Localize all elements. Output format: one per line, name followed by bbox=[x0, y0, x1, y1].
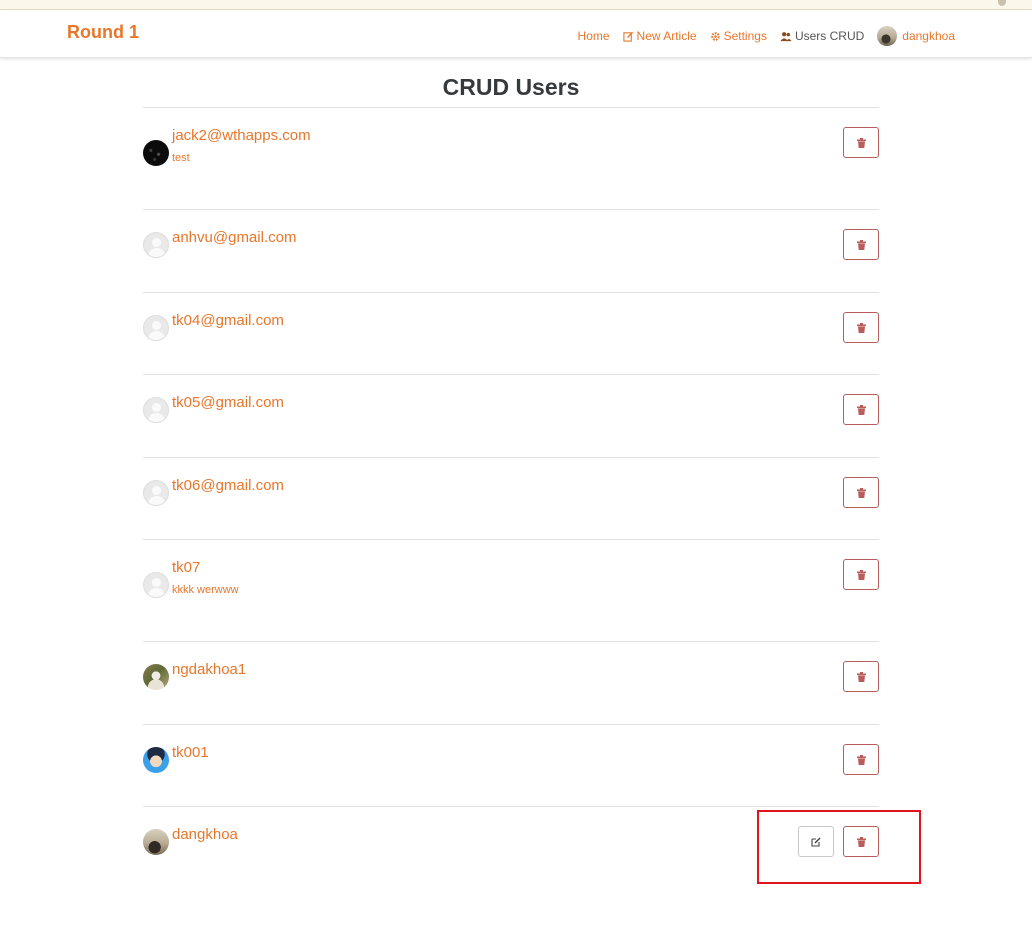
user-row: tk04@gmail.com bbox=[143, 292, 879, 374]
user-row: jack2@wthapps.com test bbox=[143, 107, 879, 209]
trash-icon bbox=[856, 404, 866, 415]
user-name-link[interactable]: tk05@gmail.com bbox=[172, 394, 284, 411]
users-icon bbox=[780, 31, 792, 41]
profile-avatar bbox=[877, 26, 898, 46]
user-name-link[interactable]: ngdakhoa1 bbox=[172, 661, 246, 678]
user-name-link[interactable]: tk07 bbox=[172, 559, 200, 576]
delete-button[interactable] bbox=[843, 229, 879, 260]
nav-settings-label: Settings bbox=[723, 29, 767, 43]
user-avatar[interactable] bbox=[143, 747, 169, 773]
user-avatar[interactable] bbox=[143, 140, 169, 166]
nav-home-label: Home bbox=[577, 29, 610, 43]
nav-new-article[interactable]: New Article bbox=[622, 29, 697, 43]
user-name-link[interactable]: dangkhoa bbox=[172, 826, 238, 843]
trash-icon bbox=[856, 137, 866, 148]
nav-links: Home New Article Settings Users CRUD dan… bbox=[565, 26, 955, 46]
top-navbar: Round 1 Home New Article Settings Users … bbox=[0, 10, 1032, 58]
user-name-link[interactable]: jack2@wthapps.com bbox=[172, 127, 311, 144]
trash-icon bbox=[856, 754, 866, 765]
user-avatar[interactable] bbox=[143, 829, 169, 855]
trash-icon bbox=[856, 322, 866, 333]
user-avatar[interactable] bbox=[143, 232, 169, 258]
user-name-link[interactable]: tk04@gmail.com bbox=[172, 312, 284, 329]
trash-icon bbox=[856, 487, 866, 498]
user-name-link[interactable]: anhvu@gmail.com bbox=[172, 229, 296, 246]
user-row: tk05@gmail.com bbox=[143, 374, 879, 457]
user-name-link[interactable]: tk06@gmail.com bbox=[172, 477, 284, 494]
nav-profile[interactable]: dangkhoa bbox=[877, 26, 955, 46]
users-list: jack2@wthapps.com test anhvu@gmail.com t… bbox=[143, 107, 879, 896]
pencil-square-icon bbox=[622, 31, 633, 42]
page-title: CRUD Users bbox=[442, 74, 580, 100]
trash-icon bbox=[856, 569, 866, 580]
user-avatar[interactable] bbox=[143, 480, 169, 506]
browser-chrome-strip bbox=[0, 0, 1032, 10]
nav-new-article-label: New Article bbox=[636, 29, 697, 43]
delete-button[interactable] bbox=[843, 661, 879, 692]
browser-scroll-indicator bbox=[998, 0, 1006, 6]
user-avatar[interactable] bbox=[143, 397, 169, 423]
user-row: tk07 kkkk werwww bbox=[143, 539, 879, 641]
user-avatar[interactable] bbox=[143, 315, 169, 341]
nav-profile-label: dangkhoa bbox=[902, 29, 955, 43]
nav-users-crud[interactable]: Users CRUD bbox=[780, 29, 864, 43]
delete-button[interactable] bbox=[843, 127, 879, 158]
delete-button[interactable] bbox=[843, 394, 879, 425]
user-name-link[interactable]: tk001 bbox=[172, 744, 209, 761]
nav-settings[interactable]: Settings bbox=[710, 29, 767, 43]
delete-button[interactable] bbox=[843, 312, 879, 343]
nav-users-crud-label: Users CRUD bbox=[794, 29, 865, 43]
trash-icon bbox=[856, 671, 866, 682]
nav-home[interactable]: Home bbox=[578, 29, 610, 43]
user-bio: kkkk werwww bbox=[172, 584, 239, 596]
user-row: ngdakhoa1 bbox=[143, 641, 879, 724]
user-avatar[interactable] bbox=[143, 572, 169, 598]
brand-logo[interactable]: Round 1 bbox=[67, 22, 139, 43]
gear-icon bbox=[710, 31, 720, 41]
user-avatar[interactable] bbox=[143, 664, 169, 690]
user-row: tk06@gmail.com bbox=[143, 457, 879, 539]
delete-button[interactable] bbox=[843, 477, 879, 508]
user-bio: test bbox=[172, 152, 190, 164]
highlight-annotation-box bbox=[757, 810, 921, 884]
user-row: anhvu@gmail.com bbox=[143, 209, 879, 292]
delete-button[interactable] bbox=[843, 744, 879, 775]
user-row: tk001 bbox=[143, 724, 879, 806]
trash-icon bbox=[856, 239, 866, 250]
delete-button[interactable] bbox=[843, 559, 879, 590]
